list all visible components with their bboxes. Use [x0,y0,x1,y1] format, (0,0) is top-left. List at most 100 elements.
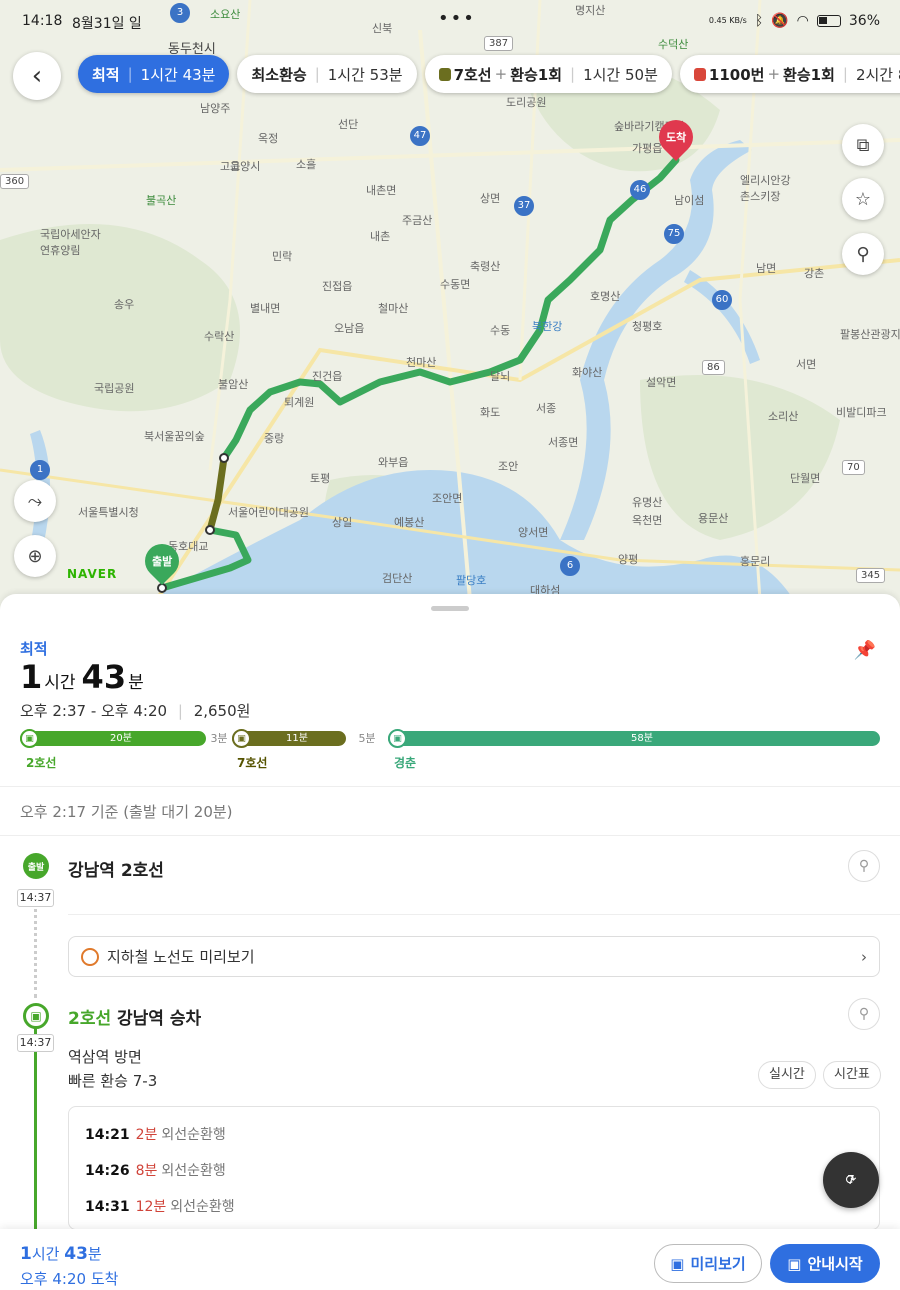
map-label: 양서면 [518,526,549,539]
map-label: 선단 [338,118,359,131]
map-label: 화도 [480,406,501,419]
map-label: 가평읍 [632,142,663,155]
map-label: 진접읍 [322,280,353,293]
map-label: 고읍 [220,160,241,173]
map-label: 와부읍 [378,456,409,469]
map-label: 내촌 [370,230,391,243]
place-button[interactable]: ⚲ [842,233,884,275]
road-number: 6 [560,556,580,576]
boarding-location-button[interactable]: ⚲ [848,998,880,1030]
map-label: 수동 [490,324,511,337]
refresh-button[interactable]: ⟳ 7 [823,1152,879,1208]
segment-walk: 3분 [210,732,228,745]
segment-gyeongchun: 58분 [388,731,880,746]
network-speed: 0.45 KB/s [708,16,747,25]
boarding-station: 2호선 강남역 승차 [68,1009,202,1029]
subway-map-preview[interactable]: 지하철 노선도 미리보기 › [68,936,880,977]
segment-name: 2호선 [26,756,57,770]
layers-icon: ⧉ [856,134,870,156]
tab-bus1100-transfer: 환승1회 [783,65,835,84]
map-label: 상일 [332,516,353,529]
map-label: 달뇌 [490,370,511,383]
map-label: 오남읍 [334,322,365,335]
realtime-button[interactable]: 실시간 [758,1061,816,1089]
tab-bus1100-label: 1100번 [708,65,765,84]
map-label: 북서울꿈의숲 [144,430,205,443]
map-label: 옥천면 [632,514,663,527]
preview-button[interactable]: ▣ 미리보기 [654,1244,762,1283]
divider [0,786,900,787]
map-label: 내촌면 [366,184,397,197]
map-label: 상면 [480,192,501,205]
origin-location-button[interactable]: ⚲ [848,850,880,882]
segment-name: 7호선 [237,756,268,770]
tab-line7-label: 7호선 [453,65,492,84]
route-option-tabs: 최적 | 1시간 43분 최소환승 | 1시간 53분 7호선 + 환승1회 |… [78,55,900,93]
map-label: 서울어린이대공원 [228,506,309,519]
battery-icon [816,15,841,27]
ride-line [34,1026,37,1230]
my-location-button[interactable]: ⊕ [14,535,56,577]
start-navigation-button[interactable]: ▣ 안내시작 [770,1244,880,1283]
map-label: 토평 [310,472,331,485]
depart-arrive-times: 오후 2:37 - 오후 4:20 [20,702,168,720]
schedule-row: 14:26 8분 외선순환행 [85,1163,226,1179]
map-label: 강촌 [804,267,825,280]
bottom-action-bar: 1시간 43분 오후 4:20 도착 ▣ 미리보기 ▣ 안내시작 [0,1229,900,1290]
tab-line7-route[interactable]: 7호선 + 환승1회 | 1시간 50분 [424,55,672,93]
origin-time: 14:37 [17,889,54,907]
tab-bus1100-time: 2시간 8분 [855,65,900,84]
route-map[interactable]: 동두천시 소요산 명지산 수덕산 고양시 남양주 가평읍 남이섬 북한강 청평호… [0,0,900,610]
layers-button[interactable]: ⧉ [842,124,884,166]
route-edit-button[interactable]: ⤳ [14,480,56,522]
map-label: 예봉산 [394,516,425,529]
tab-min-transfer[interactable]: 최소환승 | 1시간 53분 [237,55,417,93]
status-date: 8월31일 일 [72,16,142,32]
segment-name: 경춘 [394,756,417,770]
road-number: 1 [30,460,50,480]
map-label: 철마산 [378,302,409,315]
map-label: 북한강 [532,320,563,333]
tab-optimal-label: 최적 [92,65,120,84]
segment-line2: 20분 [20,731,206,746]
wifi-icon: ◠ [796,13,809,29]
pin-icon[interactable]: 📌 [854,640,876,661]
status-time: 14:18 [22,13,63,29]
map-label: 양평 [618,553,639,566]
subway-icon: ▣ [20,729,39,748]
sheet-drag-handle[interactable] [431,606,469,611]
more-dots-icon[interactable]: ••• [438,8,476,29]
tab-line7-transfer: 환승1회 [510,65,563,84]
status-icons: 0.45 KB/s ᛒ 🔕 ◠ 36% [709,13,880,29]
subway-map-icon [81,947,99,966]
origin-station: 강남역 2호선 [68,861,164,881]
timetable-button[interactable]: 시간표 [823,1061,881,1089]
route-type-label: 최적 [20,640,48,658]
map-label: 국립공원 [94,382,135,395]
map-label: 수동면 [440,278,471,291]
tab-min-transfer-label: 최소환승 [251,65,307,84]
crosshair-icon: ⊕ [27,545,43,567]
chevron-left-icon: ‹ [31,61,43,91]
map-label: 중랑 [264,432,285,445]
subway-icon [438,67,451,81]
location-pin-icon: ⚲ [858,858,870,874]
map-label: 팔봉산관광지 [840,328,900,341]
boarding-time: 14:37 [17,1034,54,1052]
bottom-arrival: 오후 4:20 도착 [20,1270,119,1288]
favorite-button[interactable]: ☆ [842,178,884,220]
road-number: 47 [410,126,430,146]
route-detail-sheet: 최적 📌 1 시간 43 분 오후 2:37 - 오후 4:20 | 2,650원 2… [0,594,900,1290]
mute-icon: 🔕 [771,13,789,29]
transit-route-screen: 동두천시 소요산 명지산 수덕산 고양시 남양주 가평읍 남이섬 북한강 청평호… [0,0,900,1290]
map-label: 민락 [272,250,293,263]
route-segment-bar: 20분 ▣ 3분 11분 ▣ 5분 58분 ▣ [20,729,880,748]
back-button[interactable]: ‹ [13,52,61,100]
chevron-right-icon: › [861,947,867,966]
schedule-row: 14:31 12분 외선순환행 [85,1199,235,1215]
map-label: 소흘 [296,158,317,171]
tab-bus1100-route[interactable]: 1100번 + 환승1회 | 2시간 8분 [679,55,900,93]
map-label: 천마산 [406,356,437,369]
fast-transfer: 빠른 환승 7-3 [68,1072,158,1090]
tab-optimal[interactable]: 최적 | 1시간 43분 [78,55,230,93]
